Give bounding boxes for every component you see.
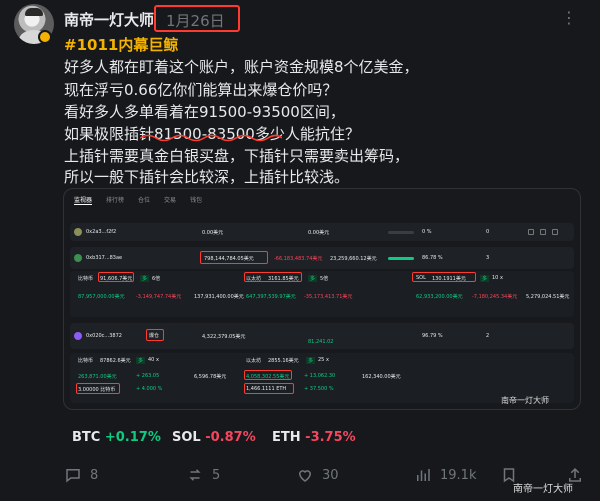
wallet-count: 0 — [486, 229, 490, 235]
wallet-pnl: -66,183,483.74美元 — [274, 256, 323, 262]
repost-icon — [189, 469, 201, 481]
wallet-pct: 0 % — [422, 229, 432, 235]
like-count: 30 — [322, 467, 339, 483]
wallet-address: 0x020c...3872 — [86, 333, 122, 339]
ticker-sol[interactable]: SOL -0.87% — [172, 430, 256, 445]
heart-icon — [298, 470, 312, 482]
repost-button[interactable]: 5 — [186, 466, 220, 484]
ratio-bar — [388, 231, 414, 234]
wallet-address: 0x2a3...f2f2 — [86, 229, 117, 235]
repost-count: 5 — [212, 467, 221, 483]
wallet-icon — [74, 228, 82, 236]
position-leverage: 40 x — [148, 357, 159, 363]
reply-count: 8 — [90, 467, 99, 483]
ticker-change: -3.75% — [305, 430, 356, 445]
size-highlight-box — [244, 272, 302, 282]
screenshot-tab-position: 仓位 — [138, 197, 151, 204]
screenshot-tabs: 监视器 排行榜 仓位 交易 钱包 — [74, 195, 202, 205]
views-button[interactable]: 19.1k — [414, 466, 476, 484]
ticker-symbol: ETH — [272, 430, 301, 445]
position-coin: 以太坊 — [246, 358, 262, 364]
screenshot-tab-monitor: 监视器 — [74, 197, 93, 205]
value-highlight-box — [200, 251, 268, 264]
ticker-change: -0.87% — [205, 430, 256, 445]
long-tag: 多 — [306, 357, 316, 364]
size-highlight-box — [98, 272, 134, 282]
position-leverage: 25 x — [318, 357, 329, 363]
post-date[interactable]: 1月26日 — [166, 10, 225, 31]
wallet-pct: 86.78 % — [422, 255, 443, 261]
btc-amount: 3.00000 比特币 — [78, 387, 116, 393]
eth-amount: 1,466.1111 ETH — [246, 386, 287, 392]
like-button[interactable]: 30 — [296, 466, 339, 484]
avatar-hair — [25, 8, 43, 16]
more-options-icon[interactable]: ⋮ — [561, 8, 578, 27]
ticker-change: +0.17% — [104, 430, 161, 445]
views-icon — [417, 469, 430, 481]
wallet-value: 0.00美元 — [202, 230, 224, 236]
position-leverage: 10 x — [492, 275, 503, 281]
view-count: 19.1k — [440, 467, 477, 483]
row-action-icon — [540, 229, 546, 235]
wallet-row-3: 0x020c...3872 爆仓 4,322,379.05美元 81,241.0… — [70, 323, 574, 349]
size-highlight-box — [412, 272, 476, 282]
position-leverage: 5倍 — [320, 276, 329, 282]
positions-panel-1: 比特币 91,606.7美元 多 6倍 以太坊 3161.85美元 多 5倍 S… — [70, 271, 574, 317]
red-underline-mark — [140, 134, 282, 142]
post-line-6: 所以一般下插针会比较深，上插针比较浅。 — [64, 168, 350, 186]
long-tag: 多 — [136, 357, 146, 364]
value-highlight-box — [244, 370, 292, 380]
positions-panel-2: 比特币 87862.6美元 多 40 x 以太坊 2855.16美元 多 25 … — [70, 353, 574, 403]
wallet-margin: 23,259,660.12美元 — [330, 256, 377, 262]
row-action-icon — [552, 229, 558, 235]
post-line-2: 现在浮亏0.66亿你们能算出来爆仓价吗？ — [64, 81, 338, 99]
wallet-icon — [74, 332, 82, 340]
screenshot-tab-trade: 交易 — [164, 197, 177, 204]
screenshot-tab-wallet: 钱包 — [190, 197, 203, 204]
verified-badge-icon — [38, 30, 52, 44]
post-line-5: 上插针需要真金白银买盘，下插针只需要卖出筹码， — [64, 147, 410, 165]
row-action-icon — [528, 229, 534, 235]
position-size: 87862.6美元 — [100, 358, 131, 364]
embedded-screenshot[interactable]: 监视器 排行榜 仓位 交易 钱包 0x2a3...f2f2 0.00美元 0.0… — [63, 188, 581, 410]
position-coin: 比特币 — [78, 358, 94, 364]
hashtag-link[interactable]: #1011内幕巨鲸 — [64, 34, 178, 55]
wallet-value: 4,322,379.05美元 — [202, 334, 246, 340]
wallet-pct: 96.79 % — [422, 333, 443, 339]
post-line-1: 好多人都在盯着这个账户，账户资金规模8个亿美金， — [64, 58, 419, 76]
wallet-count: 2 — [486, 333, 490, 339]
wallet-pnl: 0.00美元 — [308, 230, 330, 236]
long-tag: 多 — [140, 275, 150, 282]
wallet-row-2: 0xb317...83ae 798,144,784.05美元 -66,183,4… — [70, 247, 574, 269]
position-leverage: 6倍 — [152, 276, 161, 282]
position-size: 2855.16美元 — [268, 358, 299, 364]
reply-icon — [66, 469, 80, 483]
screenshot-watermark: 南帝一灯大师 — [501, 396, 549, 405]
ticker-symbol: SOL — [172, 430, 201, 445]
ticker-symbol: BTC — [72, 430, 101, 445]
long-tag: 多 — [308, 275, 318, 282]
ticker-btc[interactable]: BTC +0.17% — [72, 430, 161, 445]
reply-button[interactable]: 8 — [64, 466, 98, 484]
wallet-address: 0xb317...83ae — [86, 255, 123, 261]
position-coin: 比特币 — [78, 276, 94, 282]
author-name[interactable]: 南帝一灯大师 — [64, 9, 154, 30]
wallet-icon — [74, 254, 82, 262]
wallet-row-1: 0x2a3...f2f2 0.00美元 0.00美元 0 % 0 — [70, 223, 574, 241]
signature-watermark: 南帝一灯大师 — [513, 484, 573, 495]
screenshot-tab-rank: 排行榜 — [106, 197, 125, 204]
long-tag: 多 — [480, 275, 490, 282]
liquidation-flag: 爆仓 — [149, 333, 160, 339]
ticker-eth[interactable]: ETH -3.75% — [272, 430, 356, 445]
wallet-count: 3 — [486, 255, 490, 261]
ratio-bar — [388, 257, 414, 260]
post-line-3: 看好多人多单看着在91500-93500区间， — [64, 103, 345, 121]
